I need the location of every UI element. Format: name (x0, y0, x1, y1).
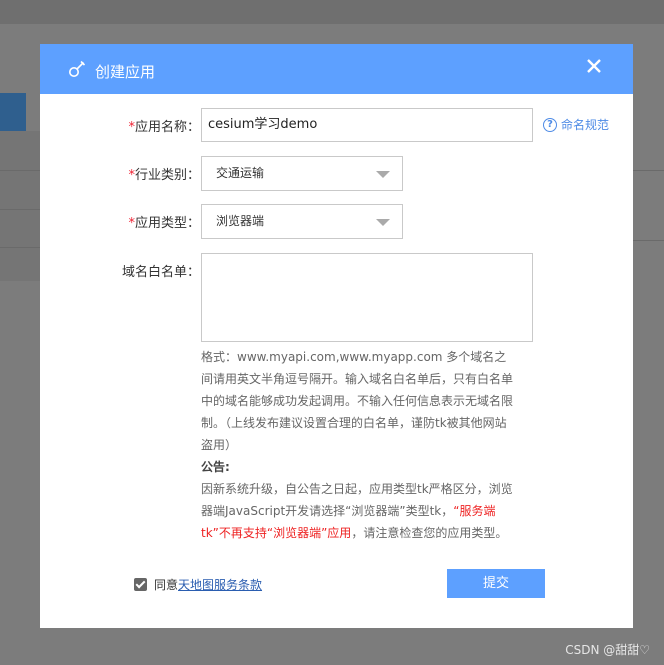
terms-link[interactable]: 天地图服务条款 (178, 576, 262, 593)
whitelist-note: 格式：www.myapi.com,www.myapp.com 多个域名之间请用英… (201, 346, 513, 544)
naming-rules-link[interactable]: ? 命名规范 (543, 116, 609, 133)
industry-label-text: 行业类别： (134, 168, 200, 183)
announcement-part2: ，请注意检查您的应用类型。 (351, 526, 508, 540)
naming-rules-text: 命名规范 (561, 118, 610, 132)
app-name-label-text: 应用名称： (134, 120, 200, 135)
background-panel (0, 131, 40, 281)
app-name-label: *应用名称： (40, 116, 200, 135)
create-app-dialog: 创建应用 *应用名称： cesium学习demo ? 命名规范 *行业类别： 交… (40, 44, 633, 628)
key-icon (69, 60, 86, 77)
background-divider (630, 170, 664, 171)
agree-checkbox[interactable] (134, 578, 147, 591)
submit-button[interactable]: 提交 (447, 569, 545, 598)
dialog-title: 创建应用 (95, 63, 156, 81)
dialog-header: 创建应用 (40, 44, 633, 94)
whitelist-label: 域名白名单： (121, 265, 200, 280)
industry-label: *行业类别： (40, 164, 200, 183)
announcement-text: 因新系统升级，自公告之日起，应用类型tk严格区分，浏览器端JavaScript开… (201, 478, 513, 544)
background-nav-item (0, 93, 26, 131)
background-divider (0, 247, 40, 248)
close-icon[interactable] (583, 55, 605, 77)
agree-prefix: 同意 (154, 578, 179, 592)
question-icon: ? (543, 117, 557, 132)
app-type-label: *应用类型： (40, 212, 200, 231)
background-divider (630, 240, 664, 241)
background-divider (0, 209, 40, 210)
agree-terms: 同意 天地图服务条款 (134, 576, 262, 593)
app-type-selected-value: 浏览器端 (216, 214, 265, 228)
background-topbar (0, 0, 664, 24)
announcement-title: 公告: (201, 460, 230, 474)
watermark: CSDN @甜甜♡ (565, 643, 650, 657)
app-type-label-text: 应用类型： (134, 216, 200, 231)
industry-select[interactable]: 交通运输 (201, 156, 403, 191)
chevron-down-icon (376, 171, 390, 178)
app-type-select[interactable]: 浏览器端 (201, 204, 403, 239)
whitelist-textarea[interactable] (201, 253, 533, 342)
format-note: 格式：www.myapi.com,www.myapp.com 多个域名之间请用英… (201, 350, 514, 452)
app-name-input[interactable]: cesium学习demo (201, 108, 533, 142)
background-divider (0, 170, 40, 171)
industry-selected-value: 交通运输 (216, 166, 265, 180)
chevron-down-icon (376, 219, 390, 226)
